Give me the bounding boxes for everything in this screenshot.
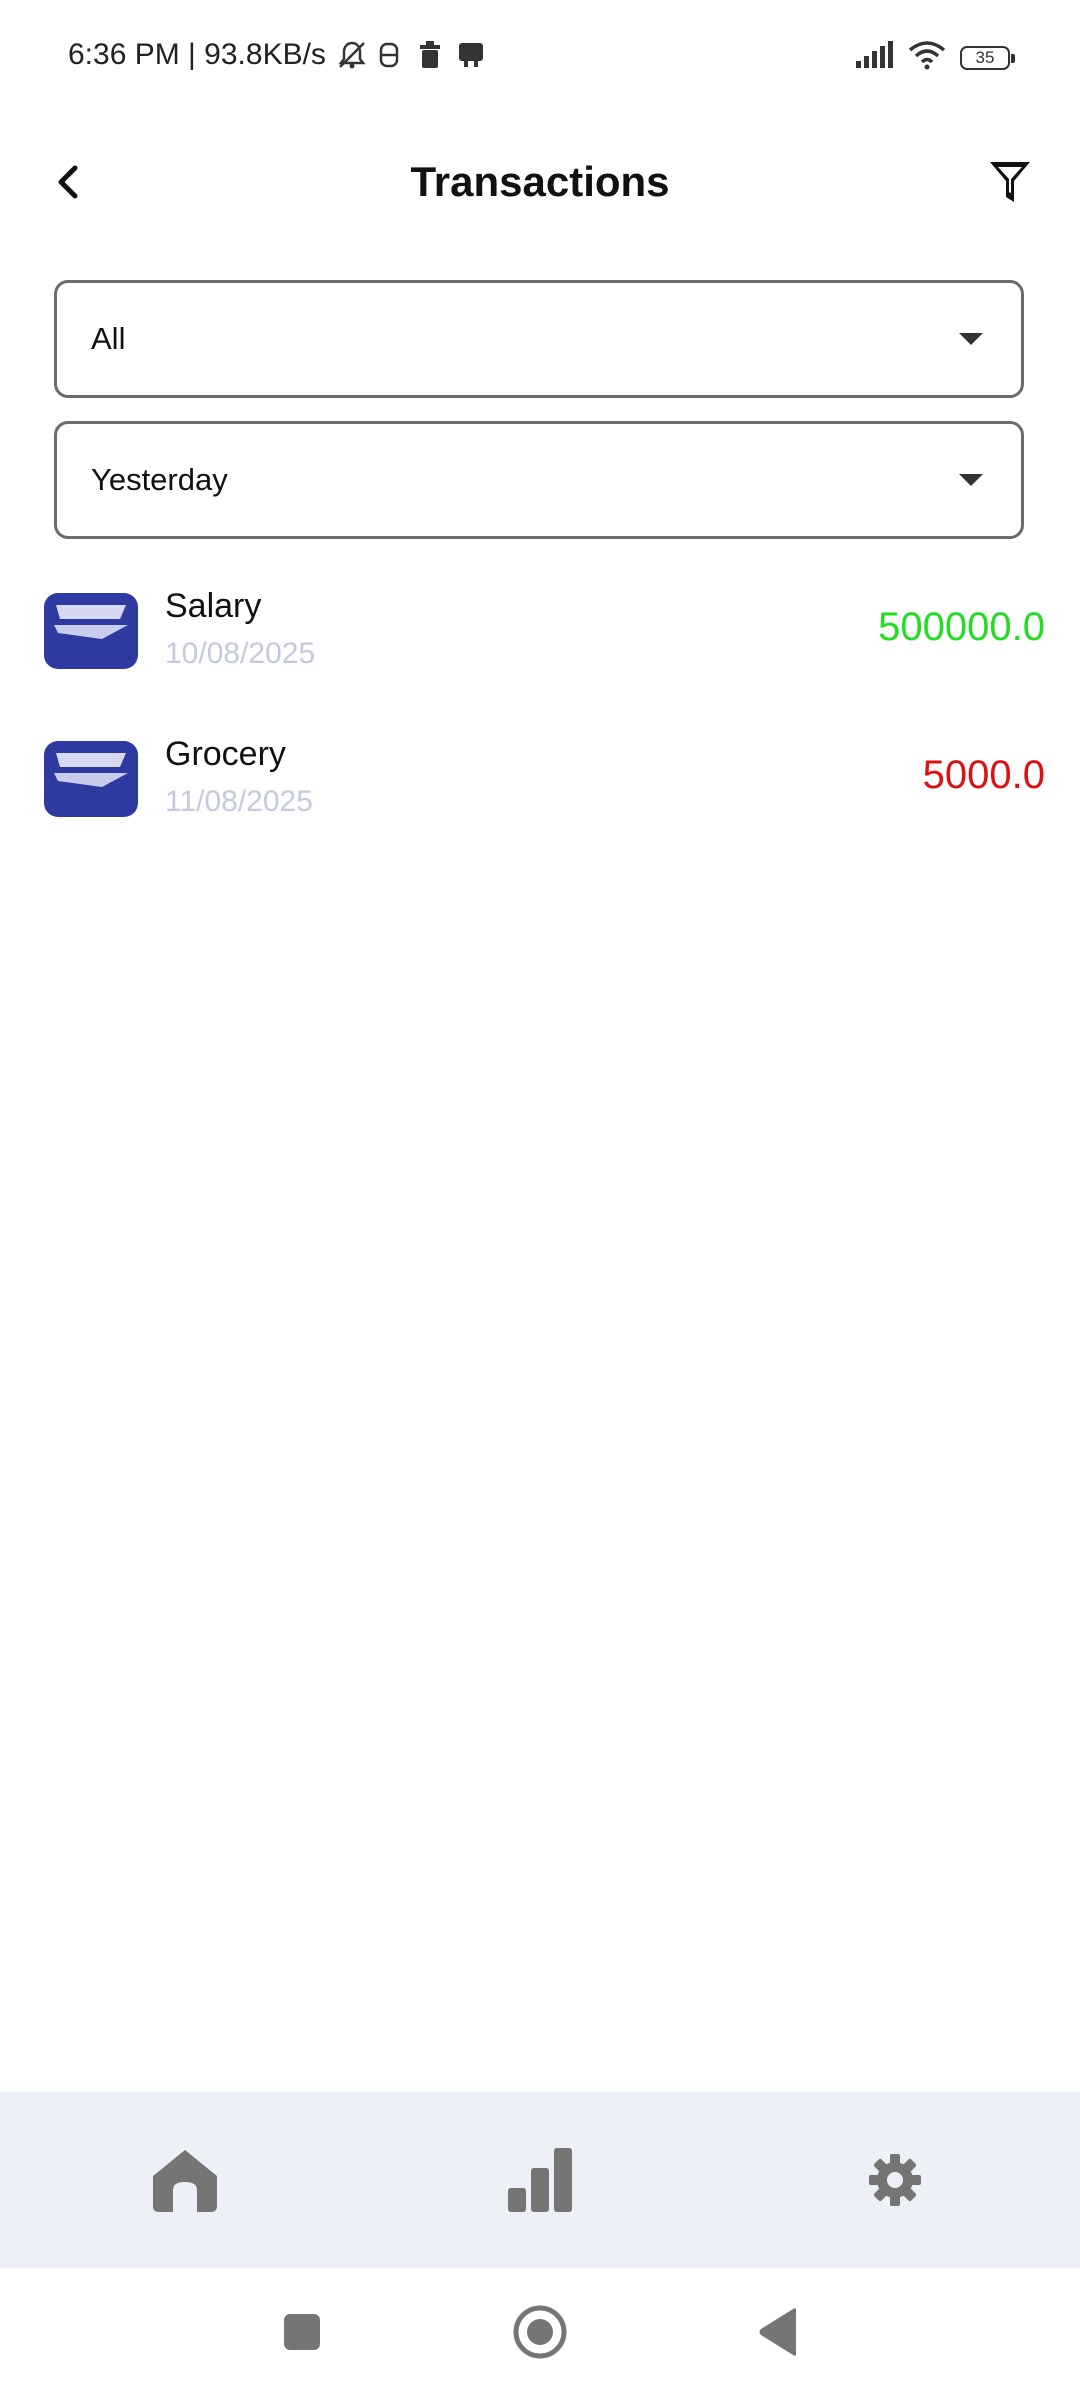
notification-app-icon xyxy=(456,39,486,71)
back-triangle-icon xyxy=(756,2307,800,2362)
wallet-icon xyxy=(44,593,138,669)
type-filter-value: All xyxy=(91,321,126,356)
dropdown-arrow-icon xyxy=(959,333,983,345)
system-home-button[interactable] xyxy=(510,2304,570,2364)
mute-bell-icon xyxy=(336,39,366,71)
transaction-date: 10/08/2025 xyxy=(165,637,316,670)
battery-icon: 35 xyxy=(960,45,1015,70)
gear-icon xyxy=(867,2152,923,2213)
recents-square-icon xyxy=(282,2312,322,2357)
recents-button[interactable] xyxy=(272,2304,332,2364)
battery-level: 35 xyxy=(975,47,995,67)
sim-icon xyxy=(376,39,406,71)
system-navigation-bar xyxy=(0,2268,1080,2400)
status-right: 35 xyxy=(854,40,1015,75)
transaction-title: Grocery xyxy=(165,735,286,773)
wallet-icon xyxy=(44,741,138,817)
date-filter-value: Yesterday xyxy=(91,462,228,497)
transaction-amount: 5000.0 xyxy=(922,753,1045,797)
status-bar: 6:36 PM | 93.8KB/s 35 xyxy=(0,0,1080,118)
status-time-speed: 6:36 PM | 93.8KB/s xyxy=(68,38,326,71)
dropdown-arrow-icon xyxy=(959,474,983,486)
signal-icon xyxy=(854,41,894,74)
type-filter-dropdown[interactable]: All xyxy=(54,280,1024,398)
home-circle-icon xyxy=(512,2304,568,2365)
transaction-row[interactable]: Grocery 11/08/2025 5000.0 xyxy=(0,713,1080,853)
transaction-amount: 500000.0 xyxy=(878,605,1045,649)
nav-home-button[interactable] xyxy=(145,2142,225,2222)
bottom-navigation xyxy=(0,2092,1080,2268)
home-icon xyxy=(149,2146,221,2219)
transaction-date: 11/08/2025 xyxy=(165,785,313,818)
status-left: 6:36 PM | 93.8KB/s xyxy=(68,38,486,72)
nav-stats-button[interactable] xyxy=(500,2142,580,2222)
filter-button[interactable] xyxy=(980,154,1040,214)
bar-chart-icon xyxy=(504,2146,576,2219)
system-back-button[interactable] xyxy=(748,2304,808,2364)
trash-icon xyxy=(416,39,446,71)
app-bar: Transactions xyxy=(0,118,1080,250)
date-filter-dropdown[interactable]: Yesterday xyxy=(54,421,1024,539)
nav-settings-button[interactable] xyxy=(855,2142,935,2222)
page-title: Transactions xyxy=(410,158,670,205)
wifi-icon xyxy=(908,40,946,75)
transaction-row[interactable]: Salary 10/08/2025 500000.0 xyxy=(0,565,1080,705)
filter-icon xyxy=(987,159,1033,210)
transaction-title: Salary xyxy=(165,587,262,625)
